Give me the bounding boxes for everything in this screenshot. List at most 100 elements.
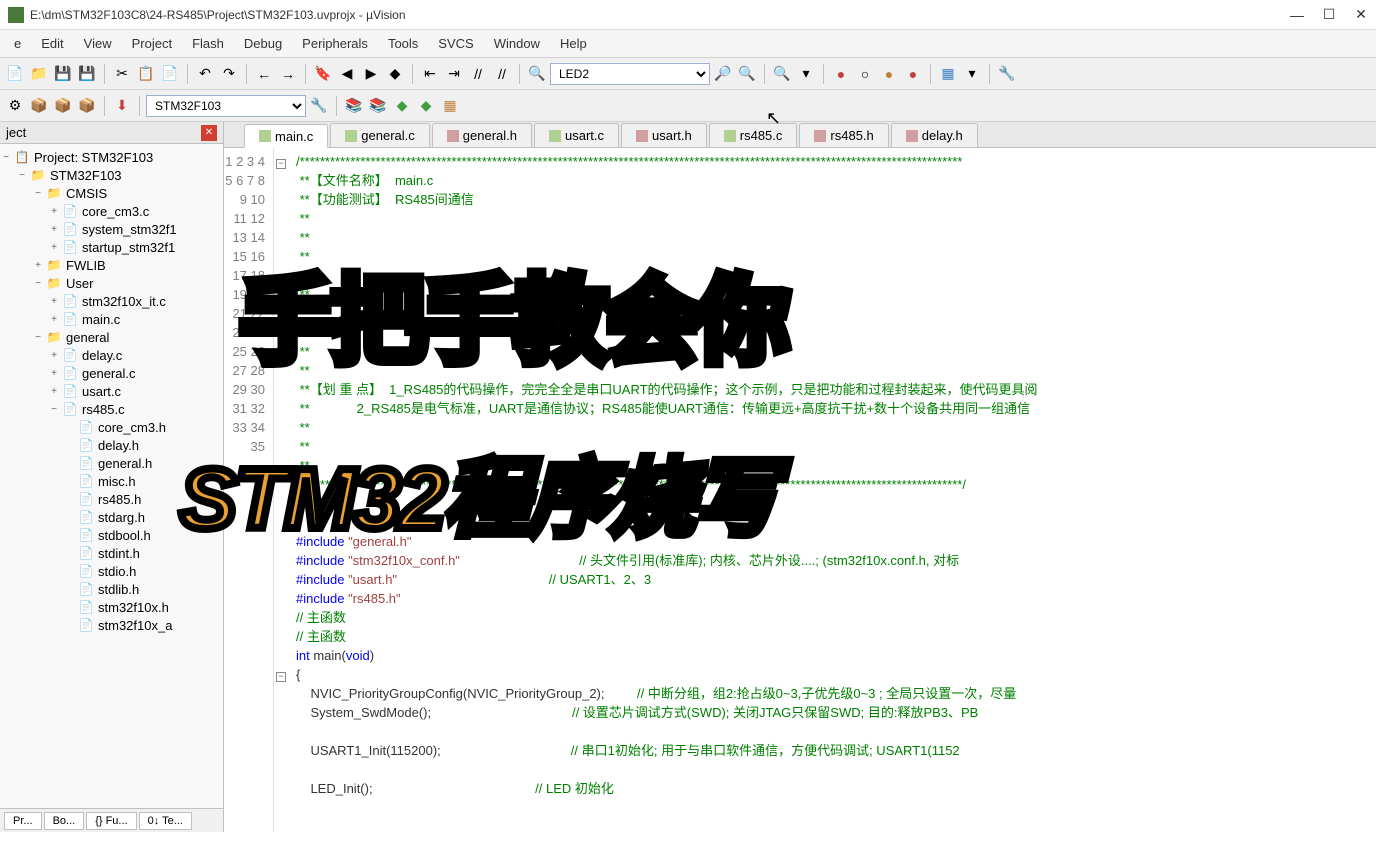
bookmark-next-icon[interactable]: ▶ xyxy=(360,63,382,85)
tab-rs485.c[interactable]: rs485.c xyxy=(709,123,798,147)
code-editor[interactable]: 1 2 3 4 5 6 7 8 9 10 11 12 13 14 15 16 1… xyxy=(224,148,1376,832)
redo-icon[interactable]: ↷ xyxy=(218,63,240,85)
breakpoint-icon[interactable]: ● xyxy=(830,63,852,85)
tree-group-CMSIS[interactable]: −📁CMSIS xyxy=(0,184,223,202)
tree-file-delay.c[interactable]: +📄delay.c xyxy=(0,346,223,364)
back-icon[interactable]: ← xyxy=(253,63,275,85)
tree-file-core_cm3.h[interactable]: 📄core_cm3.h xyxy=(0,418,223,436)
panel-tab[interactable]: {} Fu... xyxy=(86,812,136,830)
find-select[interactable]: LED2 xyxy=(550,63,710,85)
tab-usart.c[interactable]: usart.c xyxy=(534,123,619,147)
menu-flash[interactable]: Flash xyxy=(182,32,234,55)
batch-build-icon[interactable]: 📦 xyxy=(76,95,98,117)
uncomment-icon[interactable]: // xyxy=(491,63,513,85)
new-file-icon[interactable]: 📄 xyxy=(4,63,26,85)
tab-rs485.h[interactable]: rs485.h xyxy=(799,123,888,147)
minimize-button[interactable]: — xyxy=(1290,8,1304,22)
config-icon[interactable]: 🔧 xyxy=(996,63,1018,85)
tree-file-stdarg.h[interactable]: 📄stdarg.h xyxy=(0,508,223,526)
menu-peripherals[interactable]: Peripherals xyxy=(292,32,378,55)
save-all-icon[interactable]: 💾 xyxy=(76,63,98,85)
find-next-icon[interactable]: 🔎 xyxy=(712,63,734,85)
breakpoint-toggle-icon[interactable]: ○ xyxy=(854,63,876,85)
code-content[interactable]: /***************************************… xyxy=(288,148,1376,832)
tree-group-FWLIB[interactable]: +📁FWLIB xyxy=(0,256,223,274)
menu-help[interactable]: Help xyxy=(550,32,597,55)
menu-debug[interactable]: Debug xyxy=(234,32,292,55)
save-icon[interactable]: 💾 xyxy=(52,63,74,85)
pack-icon[interactable]: ◆ xyxy=(391,95,413,117)
tree-file-stm32f10x_it.c[interactable]: +📄stm32f10x_it.c xyxy=(0,292,223,310)
panel-tab[interactable]: Bo... xyxy=(44,812,85,830)
pack2-icon[interactable]: ◆ xyxy=(415,95,437,117)
tree-file-stm32f10x_a[interactable]: 📄stm32f10x_a xyxy=(0,616,223,634)
tree-target[interactable]: −📁STM32F103 xyxy=(0,166,223,184)
tree-file-core_cm3.c[interactable]: +📄core_cm3.c xyxy=(0,202,223,220)
tree-file-rs485.h[interactable]: 📄rs485.h xyxy=(0,490,223,508)
pack3-icon[interactable]: ▦ xyxy=(439,95,461,117)
menu-svcs[interactable]: SVCS xyxy=(428,32,483,55)
tree-file-stdio.h[interactable]: 📄stdio.h xyxy=(0,562,223,580)
tab-main.c[interactable]: main.c xyxy=(244,124,328,148)
download-icon[interactable]: ⬇ xyxy=(111,95,133,117)
bookmark-icon[interactable]: 🔖 xyxy=(312,63,334,85)
bookmark-clear-icon[interactable]: ◆ xyxy=(384,63,406,85)
breakpoint-disable-icon[interactable]: ● xyxy=(878,63,900,85)
tree-file-delay.h[interactable]: 📄delay.h xyxy=(0,436,223,454)
menu-project[interactable]: Project xyxy=(122,32,182,55)
paste-icon[interactable]: 📄 xyxy=(159,63,181,85)
tab-general.h[interactable]: general.h xyxy=(432,123,532,147)
menu-tools[interactable]: Tools xyxy=(378,32,428,55)
menu-view[interactable]: View xyxy=(74,32,122,55)
translate-icon[interactable]: ⚙ xyxy=(4,95,26,117)
indent-icon[interactable]: ⇤ xyxy=(419,63,441,85)
tab-usart.h[interactable]: usart.h xyxy=(621,123,707,147)
tree-project-root[interactable]: −📋Project: STM32F103 xyxy=(0,148,223,166)
window-icon[interactable]: ▦ xyxy=(937,63,959,85)
outdent-icon[interactable]: ⇥ xyxy=(443,63,465,85)
copy-icon[interactable]: 📋 xyxy=(135,63,157,85)
tree-file-stm32f10x.h[interactable]: 📄stm32f10x.h xyxy=(0,598,223,616)
panel-tab[interactable]: Pr... xyxy=(4,812,42,830)
dropdown-icon[interactable]: ▾ xyxy=(795,63,817,85)
close-button[interactable]: ✕ xyxy=(1354,8,1368,22)
tab-delay.h[interactable]: delay.h xyxy=(891,123,978,147)
debug-icon[interactable]: 🔍 xyxy=(771,63,793,85)
open-icon[interactable]: 📁 xyxy=(28,63,50,85)
panel-close-button[interactable]: ✕ xyxy=(201,125,217,141)
find-files-icon[interactable]: 🔍 xyxy=(736,63,758,85)
options-icon[interactable]: 🔧 xyxy=(308,95,330,117)
tree-file-general.c[interactable]: +📄general.c xyxy=(0,364,223,382)
undo-icon[interactable]: ↶ xyxy=(194,63,216,85)
maximize-button[interactable]: ☐ xyxy=(1322,8,1336,22)
tree-file-rs485.c[interactable]: −📄rs485.c xyxy=(0,400,223,418)
menu-e[interactable]: e xyxy=(4,32,31,55)
manage-icon[interactable]: 📚 xyxy=(343,95,365,117)
menu-edit[interactable]: Edit xyxy=(31,32,73,55)
forward-icon[interactable]: → xyxy=(277,63,299,85)
dropdown2-icon[interactable]: ▾ xyxy=(961,63,983,85)
cut-icon[interactable]: ✂ xyxy=(111,63,133,85)
tree-file-startup_stm32f1[interactable]: +📄startup_stm32f1 xyxy=(0,238,223,256)
tab-general.c[interactable]: general.c xyxy=(330,123,429,147)
breakpoint-kill-icon[interactable]: ● xyxy=(902,63,924,85)
target-select[interactable]: STM32F103 xyxy=(146,95,306,117)
build-icon[interactable]: 📦 xyxy=(28,95,50,117)
rebuild-icon[interactable]: 📦 xyxy=(52,95,74,117)
manage2-icon[interactable]: 📚 xyxy=(367,95,389,117)
comment-icon[interactable]: // xyxy=(467,63,489,85)
tree-file-stdlib.h[interactable]: 📄stdlib.h xyxy=(0,580,223,598)
panel-tab[interactable]: 0↓ Te... xyxy=(139,812,192,830)
tree-file-system_stm32f1[interactable]: +📄system_stm32f1 xyxy=(0,220,223,238)
tree-file-stdbool.h[interactable]: 📄stdbool.h xyxy=(0,526,223,544)
bookmark-prev-icon[interactable]: ◀ xyxy=(336,63,358,85)
tree-file-usart.c[interactable]: +📄usart.c xyxy=(0,382,223,400)
tree-group-general[interactable]: −📁general xyxy=(0,328,223,346)
tree-file-misc.h[interactable]: 📄misc.h xyxy=(0,472,223,490)
tree-file-stdint.h[interactable]: 📄stdint.h xyxy=(0,544,223,562)
find-icon[interactable]: 🔍 xyxy=(526,63,548,85)
tree-group-User[interactable]: −📁User xyxy=(0,274,223,292)
tree-file-general.h[interactable]: 📄general.h xyxy=(0,454,223,472)
tree-file-main.c[interactable]: +📄main.c xyxy=(0,310,223,328)
menu-window[interactable]: Window xyxy=(484,32,550,55)
